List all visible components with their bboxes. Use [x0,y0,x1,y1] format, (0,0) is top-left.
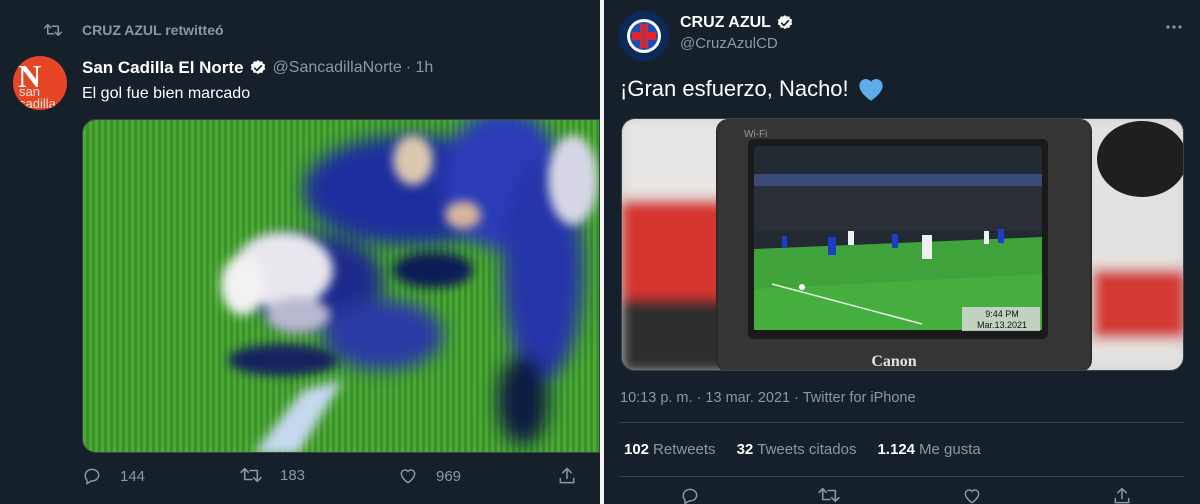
more-icon [1166,25,1182,29]
cruz-azul-crest-icon [619,11,669,61]
tweet-stats: 102 Retweets 32 Tweets citados 1.124 Me gus… [624,441,1002,458]
screen-date: Mar.13.2021 [977,320,1027,330]
quote-tweets-stat[interactable]: 32 Tweets citados [737,441,857,458]
verified-badge-icon [250,60,265,75]
retweets-stat[interactable]: 102 Retweets [624,441,716,458]
tweet-meta[interactable]: 10:13 p. m. · 13 mar. 2021 · Twitter for… [620,390,916,406]
avatar-text: san cadilla [19,84,56,110]
tweet-text: El gol fue bien marcado [82,85,251,102]
retweet-button[interactable] [818,486,840,504]
share-icon [559,467,575,484]
retweet-icon [240,467,262,483]
share-icon [1114,487,1130,504]
tweet-text-content: ¡Gran esfuerzo, Nacho! [620,76,849,101]
more-options-button[interactable] [1166,16,1182,34]
camera-screen-photo: Wi-Fi 9:44 PM Mar.13.2021 Canon [622,119,1183,370]
canon-brand-label: Canon [871,353,916,370]
retweet-panel: CRUZ AZUL retwitteó N san cadilla San Cad… [0,0,600,504]
tweet-header: San Cadilla El Norte @SancadillaNorte · … [82,58,433,78]
tweet-media[interactable]: Wi-Fi 9:44 PM Mar.13.2021 Canon [621,118,1184,371]
retweet-context[interactable]: CRUZ AZUL retwitteó [44,22,224,38]
author-name[interactable]: CRUZ AZUL [680,14,771,32]
tweet-time[interactable]: · 1h [406,59,434,77]
tweet-header: CRUZ AZUL @CruzAzulCD [680,14,800,52]
like-button[interactable] [962,486,982,504]
avatar[interactable] [619,11,669,61]
separator [620,476,1184,477]
tweet-detail-panel: CRUZ AZUL @CruzAzulCD ¡Gran esfuerzo, Na… [604,0,1200,504]
avatar[interactable]: N san cadilla [13,56,67,110]
tweet-actions [604,486,1200,504]
tweet-text: ¡Gran esfuerzo, Nacho! [620,76,885,102]
retweet-icon [44,24,62,36]
retweet-button[interactable]: 183 [240,466,305,484]
separator [620,422,1184,423]
share-button[interactable] [1112,486,1132,504]
like-count: 969 [436,467,462,485]
blue-heart-icon [859,79,883,101]
screen-time: 9:44 PM [985,309,1019,319]
reply-icon [84,468,100,485]
like-button[interactable]: 969 [398,466,461,486]
heart-icon [964,489,980,504]
verified-badge-icon [777,15,793,30]
likes-stat[interactable]: 1.124 Me gusta [877,441,980,458]
retweet-context-label: CRUZ AZUL retwitteó [82,22,224,38]
author-handle[interactable]: @SancadillaNorte [273,59,402,77]
heart-icon [400,469,416,484]
camera-wifi-label: Wi-Fi [744,129,767,140]
reply-icon [682,488,698,504]
reply-button[interactable] [680,486,700,504]
tweet-media[interactable] [82,119,600,453]
reply-count: 144 [120,467,146,485]
author-name[interactable]: San Cadilla El Norte [82,58,244,78]
share-button[interactable] [557,466,577,486]
retweet-count: 183 [280,466,306,484]
blurry-goal-photo [83,120,599,452]
reply-button[interactable]: 144 [82,466,145,486]
tweet-actions: 144 183 969 [82,466,582,490]
author-handle[interactable]: @CruzAzulCD [680,35,800,52]
retweet-icon [818,487,840,503]
